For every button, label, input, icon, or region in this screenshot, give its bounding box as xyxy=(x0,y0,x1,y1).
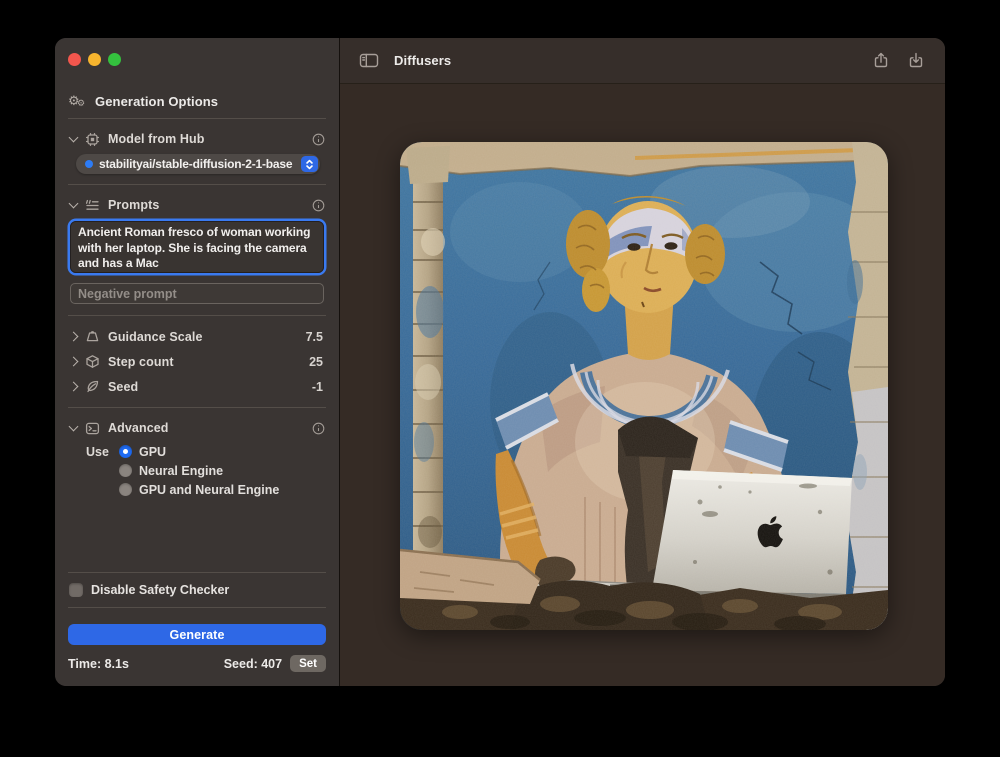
safety-checkbox[interactable] xyxy=(69,583,83,597)
prompts-section-row: Prompts xyxy=(68,193,326,217)
share-icon[interactable] xyxy=(871,51,891,71)
seed-value: -1 xyxy=(312,380,323,394)
radio-neural-engine-label: Neural Engine xyxy=(139,464,223,478)
radio-neural-engine[interactable] xyxy=(119,464,132,477)
chevron-right-icon[interactable] xyxy=(69,382,79,392)
radio-gpu-label: GPU xyxy=(139,445,166,459)
use-label: Use xyxy=(86,445,112,459)
divider xyxy=(68,407,326,408)
negative-prompt-input[interactable] xyxy=(70,283,324,304)
chevron-right-icon[interactable] xyxy=(69,357,79,367)
model-select-value: stabilityai/stable-diffusion-2-1-base xyxy=(99,157,295,171)
radio-row-gpu: Use GPU xyxy=(68,442,326,461)
guidance-scale-value: 7.5 xyxy=(306,330,323,344)
info-icon[interactable] xyxy=(310,131,326,147)
toolbar: Diffusers xyxy=(340,38,945,84)
model-label: Model from Hub xyxy=(108,132,303,146)
model-select[interactable]: stabilityai/stable-diffusion-2-1-base xyxy=(76,154,320,174)
set-seed-button[interactable]: Set xyxy=(290,655,326,672)
radio-gpu-neural-label: GPU and Neural Engine xyxy=(139,483,279,497)
guidance-scale-label: Guidance Scale xyxy=(108,330,299,344)
radio-gpu-and-neural-engine[interactable] xyxy=(119,483,132,496)
main-content: Diffusers xyxy=(340,38,945,686)
step-count-value: 25 xyxy=(309,355,323,369)
sidebar-header: ⚙⚙ Generation Options xyxy=(68,92,326,110)
seed-label: Seed xyxy=(108,380,305,394)
seed-row: Seed -1 xyxy=(68,374,326,399)
model-status-dot xyxy=(85,160,93,168)
step-count-label: Step count xyxy=(108,355,302,369)
divider xyxy=(68,315,326,316)
time-status: Time: 8.1s xyxy=(68,657,224,671)
info-icon[interactable] xyxy=(310,420,326,436)
zoom-button[interactable] xyxy=(108,53,121,66)
chevron-down-icon[interactable] xyxy=(69,199,79,209)
scale-weight-icon xyxy=(84,328,101,345)
window-title: Diffusers xyxy=(394,53,856,68)
advanced-label: Advanced xyxy=(108,421,303,435)
chevron-right-icon[interactable] xyxy=(69,332,79,342)
stepper-icon[interactable] xyxy=(301,156,318,172)
close-button[interactable] xyxy=(68,53,81,66)
chevron-down-icon[interactable] xyxy=(69,133,79,143)
radio-gpu[interactable] xyxy=(119,445,132,458)
divider xyxy=(68,572,326,573)
terminal-icon xyxy=(84,420,101,437)
leaf-icon xyxy=(84,378,101,395)
image-canvas xyxy=(340,84,945,686)
window-controls xyxy=(68,53,326,66)
sidebar: ⚙⚙ Generation Options Model from Hub sta… xyxy=(55,38,339,686)
divider xyxy=(68,184,326,185)
radio-row-gpu-neural: GPU and Neural Engine xyxy=(68,480,326,499)
step-count-row: Step count 25 xyxy=(68,349,326,374)
safety-checker-row: Disable Safety Checker xyxy=(68,579,326,601)
status-bar: Time: 8.1s Seed: 407 Set xyxy=(68,655,326,672)
sidebar-title: Generation Options xyxy=(95,94,218,109)
cpu-icon xyxy=(84,131,101,148)
compute-unit-group: Use GPU Neural Engine GPU and Neural Eng… xyxy=(68,442,326,499)
divider xyxy=(68,607,326,608)
cube-icon xyxy=(84,353,101,370)
sidebar-toggle-icon[interactable] xyxy=(359,51,379,71)
gears-icon: ⚙⚙ xyxy=(68,93,88,110)
model-section-row: Model from Hub xyxy=(68,127,326,151)
generated-image[interactable] xyxy=(400,142,888,630)
info-icon[interactable] xyxy=(310,197,326,213)
chevron-down-icon[interactable] xyxy=(69,422,79,432)
save-image-icon[interactable] xyxy=(906,51,926,71)
minimize-button[interactable] xyxy=(88,53,101,66)
guidance-scale-row: Guidance Scale 7.5 xyxy=(68,324,326,349)
safety-checkbox-label: Disable Safety Checker xyxy=(91,583,229,597)
text-quote-icon xyxy=(84,197,101,214)
seed-status: Seed: 407 xyxy=(224,657,282,671)
prompts-label: Prompts xyxy=(108,198,303,212)
radio-row-neural-engine: Neural Engine xyxy=(68,461,326,480)
prompt-input[interactable]: Ancient Roman fresco of woman working wi… xyxy=(70,221,324,273)
advanced-section-row: Advanced xyxy=(68,416,326,440)
generate-button[interactable]: Generate xyxy=(68,624,326,645)
app-window: ⚙⚙ Generation Options Model from Hub sta… xyxy=(55,38,945,686)
divider xyxy=(68,118,326,119)
